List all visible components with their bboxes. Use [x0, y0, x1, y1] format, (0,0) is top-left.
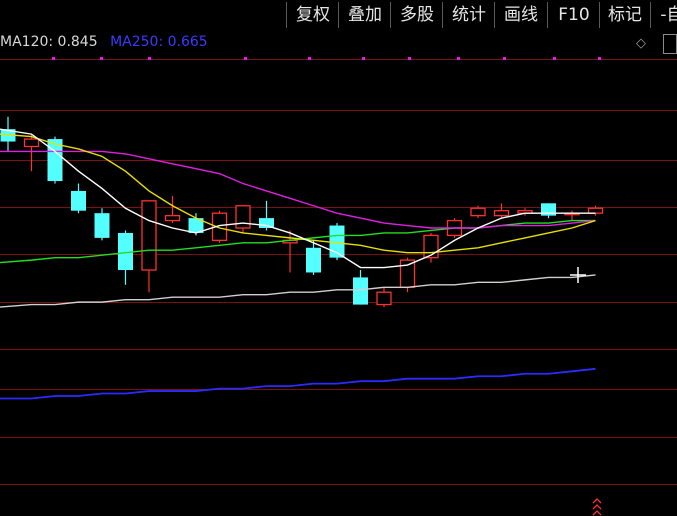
marker-dot [244, 57, 247, 60]
marker-dot [408, 57, 411, 60]
candle-body [71, 190, 86, 211]
marker-dot [503, 57, 506, 60]
candle-body [423, 234, 439, 259]
ma250-line [0, 367, 596, 400]
candle-body [376, 291, 392, 306]
marker-dot [457, 57, 460, 60]
candle-body [235, 205, 251, 229]
candle-body [23, 138, 40, 148]
marker-dot [148, 57, 151, 60]
marker-dot [362, 57, 365, 60]
marker-dot [52, 57, 55, 60]
marker-dot [598, 57, 601, 60]
marker-dot [308, 57, 311, 60]
ma10-line [0, 133, 596, 254]
ma120-line [0, 274, 596, 308]
candlestick-chart[interactable] [0, 0, 677, 516]
candle-body [493, 210, 510, 217]
candle-body [94, 213, 110, 238]
marker-dot [100, 57, 103, 60]
candle-body [470, 207, 486, 217]
marker-dot [553, 57, 556, 60]
candle-body [164, 214, 181, 222]
candle-body [587, 207, 604, 214]
signal-arrow-icon [592, 498, 602, 516]
candle-body [141, 200, 157, 271]
candle-body [353, 277, 368, 305]
ma5-line [0, 128, 596, 269]
candle-body [399, 259, 416, 288]
candle-body [306, 247, 321, 273]
